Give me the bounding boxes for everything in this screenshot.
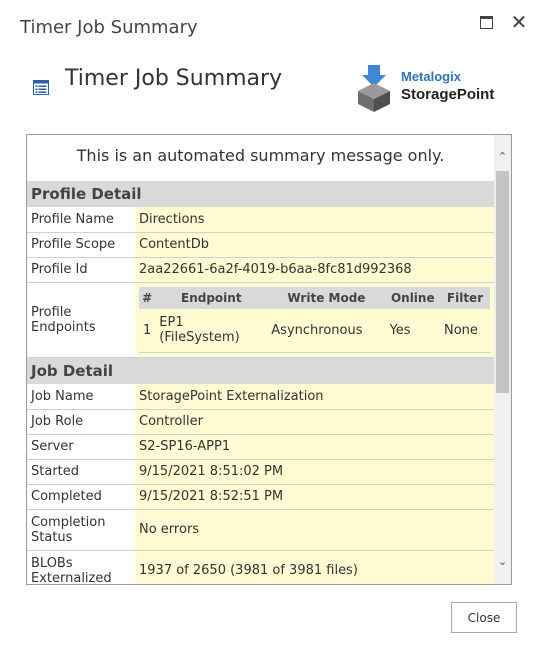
storagepoint-logo-icon bbox=[358, 65, 390, 112]
table-row: Server S2-SP16-APP1 bbox=[27, 434, 494, 460]
endpoints-col-filter: Filter bbox=[440, 286, 490, 309]
row-label: Completion Status bbox=[27, 509, 135, 551]
table-row: Started 9/15/2021 8:51:02 PM bbox=[27, 459, 494, 485]
table-row: Job Role Controller bbox=[27, 409, 494, 435]
endpoints-col-write-mode: Write Mode bbox=[267, 286, 386, 309]
row-value: S2-SP16-APP1 bbox=[135, 434, 494, 460]
maximize-button[interactable] bbox=[477, 12, 497, 32]
table-row: BLOBs Externalized 1937 of 2650 (3981 of… bbox=[27, 550, 494, 584]
report-content: This is an automated summary message onl… bbox=[27, 135, 494, 584]
row-value: 9/15/2021 8:51:02 PM bbox=[135, 459, 494, 485]
profile-detail-heading: Profile Detail bbox=[27, 181, 494, 207]
table-row: Profile Scope ContentDb bbox=[27, 232, 494, 258]
row-value: ContentDb bbox=[135, 232, 494, 258]
vertical-scrollbar[interactable]: ⌃ ⌄ bbox=[494, 135, 511, 584]
scroll-down-arrow-icon[interactable]: ⌄ bbox=[494, 554, 511, 570]
endpoint-online: Yes bbox=[385, 308, 440, 353]
row-value: Controller bbox=[135, 409, 494, 435]
endpoint-row: 1 EP1 (FileSystem) Asynchronous Yes None bbox=[139, 308, 490, 353]
endpoints-header-row: # Endpoint Write Mode Online Filter bbox=[139, 286, 490, 309]
storagepoint-logo: Metalogix StoragePoint bbox=[356, 63, 506, 113]
table-row: Completed 9/15/2021 8:52:51 PM bbox=[27, 484, 494, 510]
list-view-icon bbox=[33, 80, 49, 95]
endpoints-col-endpoint: Endpoint bbox=[155, 286, 268, 309]
endpoints-col-number: # bbox=[139, 286, 156, 309]
endpoint-number: 1 bbox=[139, 308, 156, 353]
endpoints-cell: # Endpoint Write Mode Online Filter 1 EP… bbox=[135, 282, 494, 358]
close-x-button[interactable]: ✕ bbox=[509, 12, 529, 32]
row-value: No errors bbox=[135, 509, 494, 551]
job-detail-heading: Job Detail bbox=[27, 358, 494, 384]
endpoints-col-online: Online bbox=[385, 286, 440, 309]
dialog-title: Timer Job Summary bbox=[20, 17, 198, 38]
job-detail-table: Job Name StoragePoint Externalization Jo… bbox=[27, 384, 494, 584]
page-title: Timer Job Summary bbox=[65, 66, 283, 91]
report-frame[interactable]: This is an automated summary message onl… bbox=[26, 134, 512, 585]
row-value: 2aa22661-6a2f-4019-b6aa-8fc81d992368 bbox=[135, 257, 494, 283]
scroll-thumb[interactable] bbox=[496, 171, 509, 393]
endpoints-table: # Endpoint Write Mode Online Filter 1 EP… bbox=[139, 286, 490, 353]
row-label: Completed bbox=[27, 484, 135, 510]
row-label: Started bbox=[27, 459, 135, 485]
intro-message: This is an automated summary message onl… bbox=[76, 146, 445, 165]
row-label: BLOBs Externalized bbox=[27, 550, 135, 584]
endpoint-name: EP1 (FileSystem) bbox=[155, 308, 268, 353]
table-row: Profile Id 2aa22661-6a2f-4019-b6aa-8fc81… bbox=[27, 257, 494, 283]
row-label: Job Name bbox=[27, 384, 135, 410]
endpoint-write-mode: Asynchronous bbox=[267, 308, 386, 353]
table-row: Completion Status No errors bbox=[27, 509, 494, 551]
table-row: Profile Name Directions bbox=[27, 207, 494, 233]
row-label: Server bbox=[27, 434, 135, 460]
row-label: Profile Name bbox=[27, 207, 135, 233]
row-label: Profile Endpoints bbox=[27, 282, 135, 358]
row-value: 9/15/2021 8:52:51 PM bbox=[135, 484, 494, 510]
row-value: StoragePoint Externalization bbox=[135, 384, 494, 410]
table-row: Profile Endpoints # Endpoint Write Mode … bbox=[27, 282, 494, 358]
logo-brand-top: Metalogix bbox=[401, 69, 461, 84]
row-value: 1937 of 2650 (3981 of 3981 files) bbox=[135, 550, 494, 584]
close-button[interactable]: Close bbox=[451, 602, 517, 633]
table-row: Job Name StoragePoint Externalization bbox=[27, 384, 494, 410]
timer-job-dialog: Timer Job Summary ✕ Timer Job Summary Me… bbox=[0, 0, 539, 667]
row-label: Profile Scope bbox=[27, 232, 135, 258]
maximize-icon bbox=[480, 16, 493, 29]
profile-detail-table: Profile Name Directions Profile Scope Co… bbox=[27, 207, 494, 358]
scroll-up-arrow-icon[interactable]: ⌃ bbox=[494, 149, 511, 165]
endpoint-filter: None bbox=[440, 308, 490, 353]
row-value: Directions bbox=[135, 207, 494, 233]
row-label: Profile Id bbox=[27, 257, 135, 283]
row-label: Job Role bbox=[27, 409, 135, 435]
logo-brand-bottom: StoragePoint bbox=[401, 86, 495, 103]
